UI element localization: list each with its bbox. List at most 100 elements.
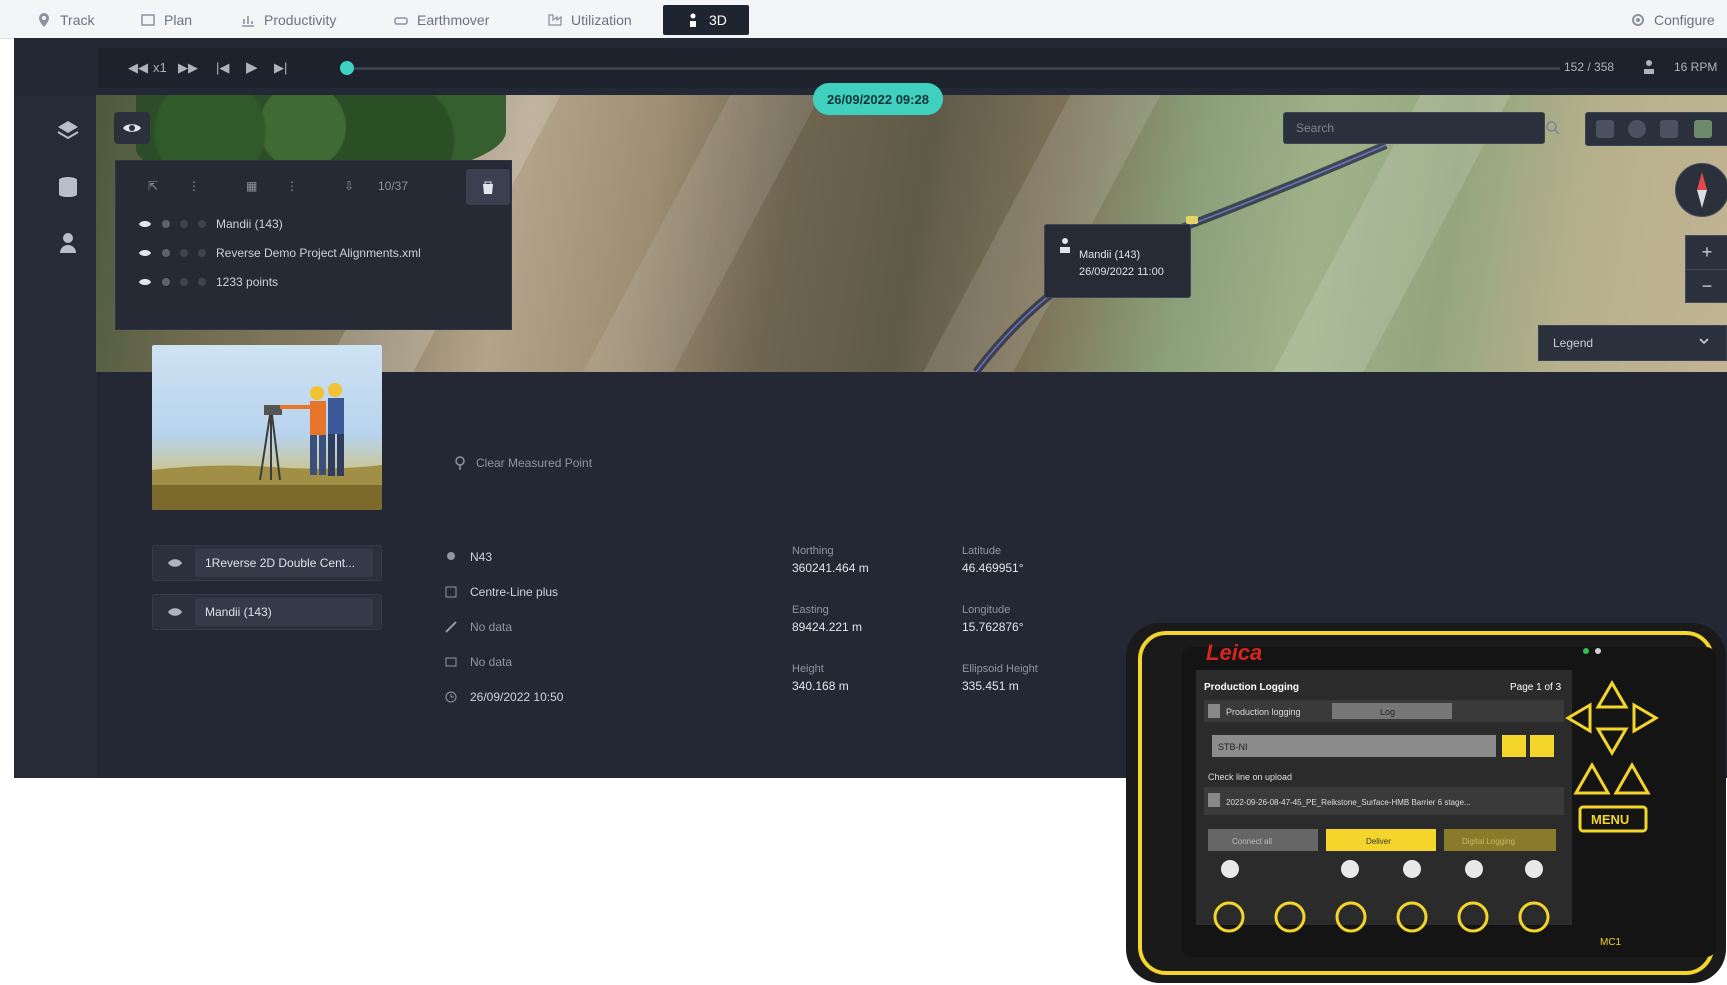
user-location-icon[interactable]	[54, 229, 82, 257]
zoom-out-button[interactable]: −	[1686, 269, 1727, 302]
device-softkey[interactable]	[1525, 860, 1543, 878]
compass-control[interactable]	[1675, 163, 1727, 217]
file-checkbox[interactable]	[1208, 793, 1220, 807]
bucket-button[interactable]	[466, 169, 510, 205]
info-dot	[198, 249, 206, 257]
search-input[interactable]: Search	[1283, 112, 1545, 144]
tab-3d[interactable]: 3D	[663, 5, 749, 35]
timeline-track[interactable]	[345, 67, 1560, 70]
ellipsoid-height-field: Ellipsoid Height 335.451 m	[962, 663, 1038, 693]
pin-icon	[455, 456, 465, 470]
coord-label: Height	[792, 663, 824, 675]
bucket-icon	[483, 181, 493, 194]
info-dot	[198, 220, 206, 228]
device-softkey[interactable]	[1341, 860, 1359, 878]
eye-icon[interactable]	[138, 219, 152, 229]
tab-label: 3D	[709, 12, 727, 28]
skip-forward-button[interactable]: ▶|	[274, 60, 287, 76]
fit-icon[interactable]: ⇱	[148, 179, 158, 193]
map-toolbar	[1585, 112, 1727, 146]
info-text: Centre-Line plus	[470, 585, 559, 599]
coord-value: 15.762876°	[962, 620, 1024, 634]
device-input-value: STB-NI	[1218, 742, 1248, 752]
machine-select-label: Mandii (143)	[195, 598, 373, 626]
clock-icon	[445, 691, 457, 703]
ruler-icon	[445, 621, 457, 633]
device-softkey[interactable]	[1403, 860, 1421, 878]
info-row: No data	[444, 653, 512, 671]
tab-track[interactable]: Track	[36, 5, 94, 35]
box-icon	[445, 657, 457, 667]
eye-icon[interactable]	[138, 277, 152, 287]
rewind-button[interactable]: ◀◀	[128, 60, 148, 76]
home-icon[interactable]	[1596, 120, 1614, 138]
field-controller-device: Leica Production Logging Page 1 of 3 Pro…	[1126, 623, 1726, 983]
more-icon[interactable]: ⋮	[286, 179, 298, 193]
fast-forward-button[interactable]: ▶▶	[178, 60, 198, 76]
download-icon[interactable]: ⇩	[344, 179, 354, 193]
clear-measured-point[interactable]: Clear Measured Point	[454, 454, 592, 472]
toggle-label: Production logging	[1226, 707, 1301, 717]
tab-label: Productivity	[264, 12, 337, 28]
tab-plan[interactable]: Plan	[140, 5, 192, 35]
skip-back-button[interactable]: |◀	[216, 60, 229, 76]
configure-button[interactable]: Configure	[1630, 5, 1715, 35]
coord-label: Latitude	[962, 545, 1002, 557]
machine-select-button[interactable]: Mandii (143)	[152, 594, 382, 630]
digital-logging-label: Digital Logging	[1462, 837, 1515, 846]
device-softkey[interactable]	[1221, 860, 1239, 878]
info-row: 26/09/2022 10:50	[444, 688, 563, 706]
coord-label: Easting	[792, 604, 829, 616]
tab-utilization[interactable]: Utilization	[547, 5, 632, 35]
eye-icon[interactable]	[138, 248, 152, 258]
longitude-field: Longitude 15.762876°	[962, 604, 1024, 634]
coord-label: Longitude	[962, 604, 1011, 616]
basemap-icon[interactable]	[1694, 120, 1712, 138]
layer-row[interactable]: Reverse Demo Project Alignments.xml	[138, 243, 421, 263]
layer-row[interactable]: 1233 points	[138, 272, 278, 292]
coord-value: 46.469951°	[962, 561, 1024, 575]
layer-label: Reverse Demo Project Alignments.xml	[216, 246, 421, 260]
layer-select-button[interactable]: 1Reverse 2D Double Cent...	[152, 545, 382, 581]
latitude-field: Latitude 46.469951°	[962, 545, 1024, 575]
person-icon	[1060, 238, 1070, 253]
zoom-in-button[interactable]: +	[1686, 236, 1727, 268]
search-icon[interactable]	[1545, 120, 1561, 136]
machine-marker[interactable]	[1186, 216, 1198, 224]
database-icon[interactable]	[54, 173, 82, 201]
date-pill: 26/09/2022 09:28	[813, 83, 943, 115]
device-input[interactable]	[1212, 735, 1496, 757]
layer-select-label: 1Reverse 2D Double Cent...	[195, 549, 373, 577]
playback-speed[interactable]: x1	[153, 60, 167, 75]
screen-page: Page 1 of 3	[1510, 682, 1562, 693]
play-button[interactable]: ▶	[246, 58, 258, 76]
clear-measured-label: Clear Measured Point	[476, 456, 593, 470]
plus-button[interactable]	[1530, 735, 1554, 757]
tab-earthmover[interactable]: Earthmover	[393, 5, 489, 35]
location-icon	[447, 552, 455, 560]
lock-dot	[180, 220, 188, 228]
layer-row[interactable]: Mandii (143)	[138, 214, 283, 234]
compass-icon	[1697, 172, 1707, 208]
calendar-icon[interactable]	[1660, 120, 1678, 138]
tab-label: Utilization	[571, 12, 632, 28]
device-softkey[interactable]	[1465, 860, 1483, 878]
easting-field: Easting 89424.221 m	[792, 604, 862, 634]
grid-icon[interactable]: ▦	[246, 179, 257, 193]
coord-label: Ellipsoid Height	[962, 663, 1038, 675]
globe-icon[interactable]	[1628, 120, 1646, 138]
layer-count: 10/37	[378, 179, 409, 193]
tooltip-date: 26/09/2022 11:00	[1079, 266, 1164, 278]
minus-button[interactable]	[1502, 735, 1526, 757]
layers-icon[interactable]	[54, 117, 82, 145]
coord-label: Northing	[792, 545, 834, 557]
lock-dot	[180, 249, 188, 257]
tab-productivity[interactable]: Productivity	[240, 5, 336, 35]
grid-icon	[445, 586, 457, 598]
timeline-knob[interactable]	[340, 61, 354, 75]
filter-icon[interactable]: ⋮	[188, 179, 200, 193]
zoom-control: + −	[1685, 235, 1727, 303]
color-dot	[162, 249, 170, 257]
checkbox[interactable]	[1208, 704, 1220, 718]
visibility-button[interactable]	[114, 112, 150, 144]
